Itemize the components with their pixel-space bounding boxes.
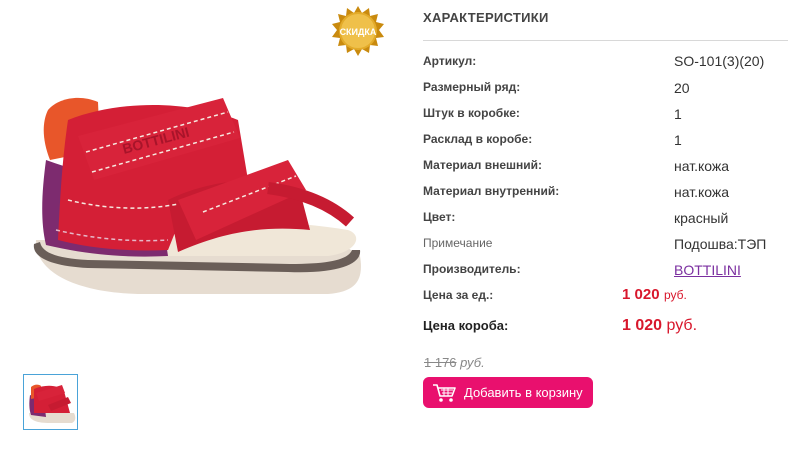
spec-value: красный	[674, 210, 729, 226]
badge-label: СКИДКА	[340, 27, 377, 37]
spec-value: Подошва:ТЭП	[674, 236, 767, 252]
spec-value: SO-101(3)(20)	[674, 53, 765, 69]
box-price-currency: руб.	[666, 317, 698, 334]
spec-row-manufacturer: Производитель: BOTTILINI	[423, 262, 783, 284]
box-price: 1 020 руб.	[622, 317, 697, 335]
product-thumbnail[interactable]	[23, 374, 78, 430]
spec-row-box-layout: Расклад в коробе: 1	[423, 132, 783, 154]
spec-label: Цвет:	[423, 210, 456, 224]
spec-value: 1	[674, 106, 682, 122]
unit-price-value: 1 020	[622, 286, 660, 303]
discount-badge: СКИДКА	[331, 5, 385, 59]
add-to-cart-button[interactable]: Добавить в корзину	[423, 377, 593, 408]
spec-value: 20	[674, 80, 690, 96]
spec-value: нат.кожа	[674, 158, 730, 174]
add-to-cart-label: Добавить в корзину	[464, 385, 583, 400]
spec-label: Материал внешний:	[423, 158, 543, 172]
spec-row-size-range: Размерный ряд: 20	[423, 80, 783, 102]
spec-row-outer-material: Материал внешний: нат.кожа	[423, 158, 783, 180]
manufacturer-link[interactable]: BOTTILINI	[674, 262, 741, 278]
unit-price-label: Цена за ед.:	[423, 288, 494, 302]
spec-value: нат.кожа	[674, 184, 730, 200]
spec-label: Расклад в коробе:	[423, 132, 533, 146]
box-price-value: 1 020	[622, 317, 663, 334]
discount-seal-icon: СКИДКА	[332, 6, 384, 56]
spec-row-note: Примечание Подошва:ТЭП	[423, 236, 783, 258]
title-divider	[423, 40, 788, 41]
product-image: BOTTILINI	[28, 80, 373, 312]
box-price-label: Цена короба:	[423, 318, 509, 333]
spec-value: 1	[674, 132, 682, 148]
spec-label: Материал внутренний:	[423, 184, 560, 198]
spec-label: Артикул:	[423, 54, 477, 68]
specs-title: ХАРАКТЕРИСТИКИ	[423, 10, 549, 25]
unit-price-currency: руб.	[664, 288, 687, 302]
spec-label: Штук в коробке:	[423, 106, 520, 120]
spec-row-inner-material: Материал внутренний: нат.кожа	[423, 184, 783, 206]
spec-label: Примечание	[423, 236, 493, 250]
old-price: 1 176 руб.	[424, 355, 485, 370]
spec-label: Размерный ряд:	[423, 80, 521, 94]
unit-price: 1 020 руб.	[622, 286, 687, 304]
old-price-currency: руб.	[460, 355, 485, 370]
old-price-value: 1 176	[424, 355, 457, 370]
spec-row-article: Артикул: SO-101(3)(20)	[423, 53, 783, 76]
spec-row-pieces-per-box: Штук в коробке: 1	[423, 106, 783, 128]
spec-label: Производитель:	[423, 262, 521, 276]
spec-row-color: Цвет: красный	[423, 210, 783, 232]
shopping-cart-icon	[432, 383, 456, 403]
